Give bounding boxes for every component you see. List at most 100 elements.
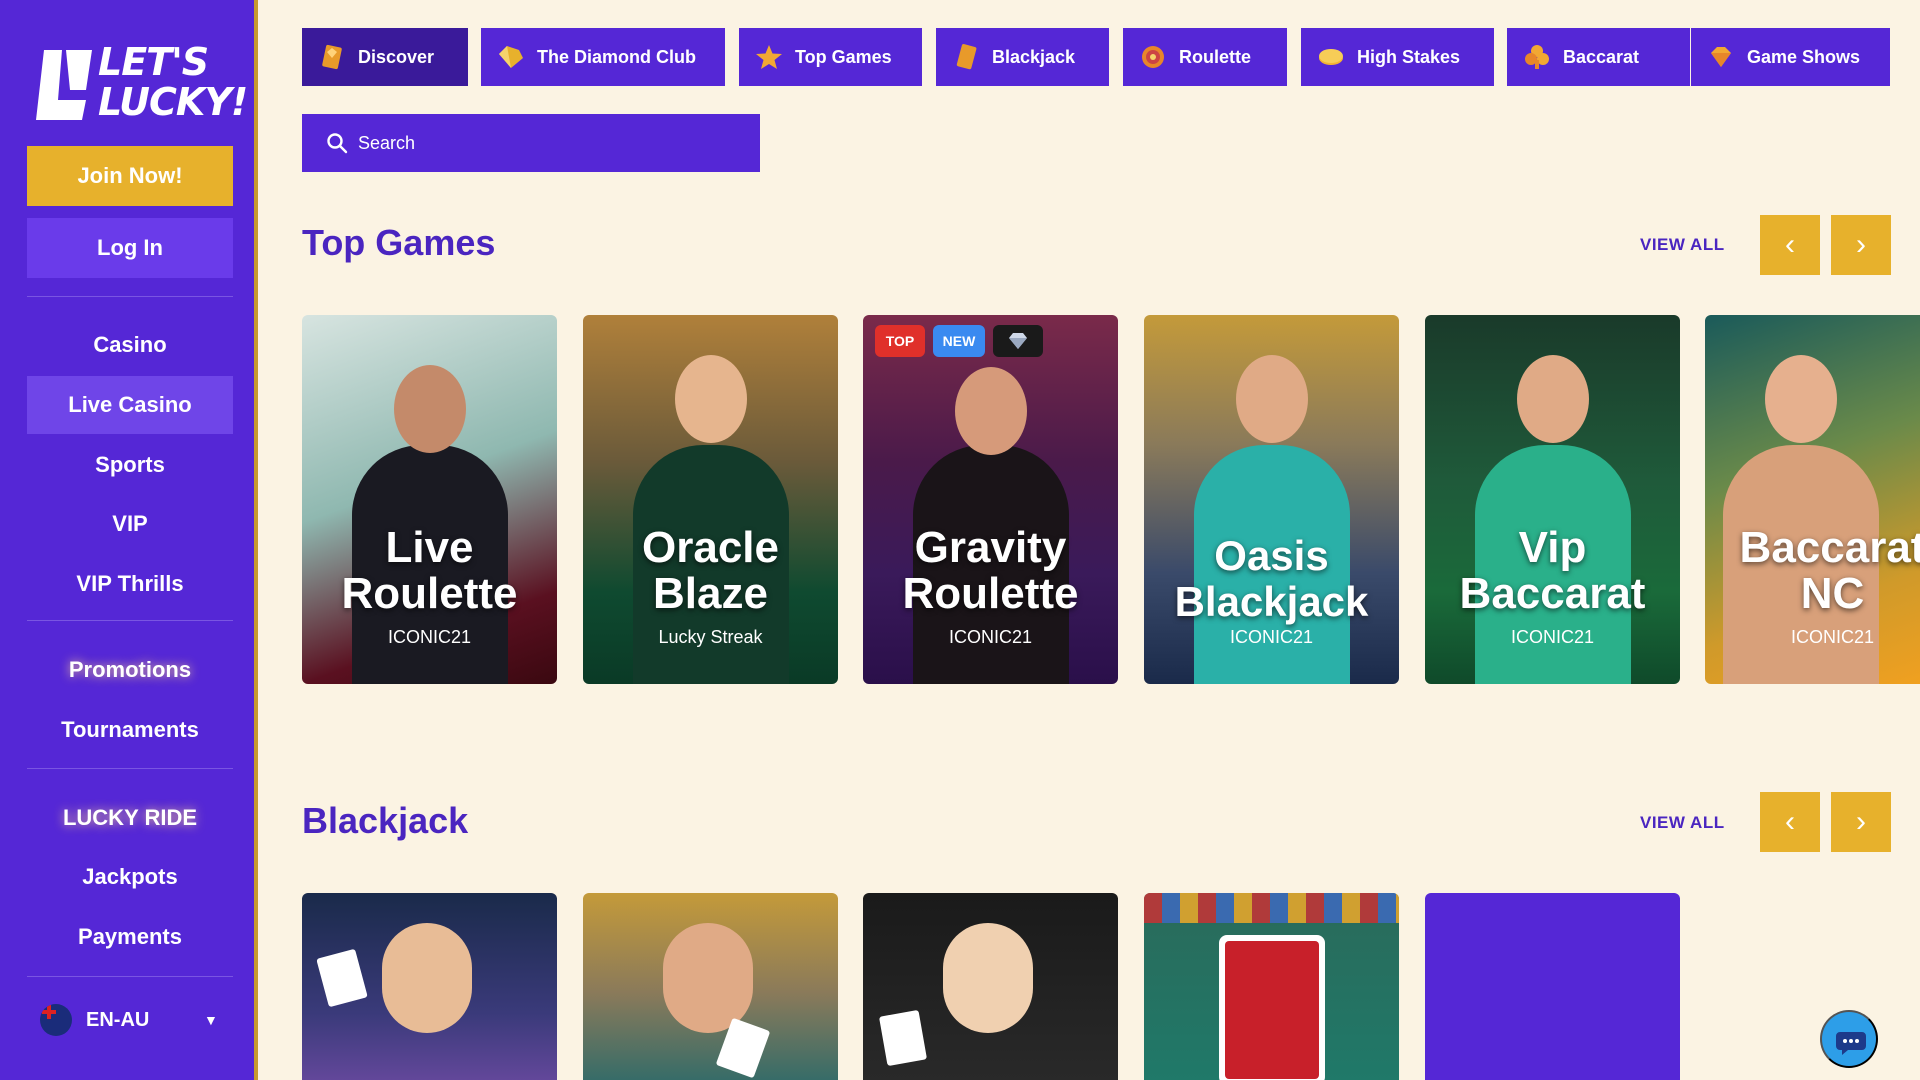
carousel-prev-button[interactable]: ‹ <box>1760 792 1820 852</box>
sidebar-item-jackpots[interactable]: Jackpots <box>27 848 233 906</box>
card-icon <box>956 44 977 70</box>
sidebar-item-sports[interactable]: Sports <box>27 436 233 494</box>
search-input[interactable] <box>358 114 738 172</box>
game-card[interactable]: Live Roulette ICONIC21 <box>302 315 557 684</box>
dealer-face <box>663 923 753 1033</box>
game-provider: ICONIC21 <box>1790 627 1875 647</box>
tab-label: Blackjack <box>992 47 1076 67</box>
language-selector[interactable]: EN-AU ▼ <box>40 1000 220 1040</box>
game-title: Oasis Blackjack <box>1174 532 1369 625</box>
sidebar-item-vip-thrills[interactable]: VIP Thrills <box>27 555 233 613</box>
playing-card-icon <box>316 948 368 1008</box>
tab-game-shows[interactable]: Game Shows <box>1691 28 1890 86</box>
sidebar-item-promotions[interactable]: Promotions <box>27 641 233 699</box>
game-title: Live Roulette <box>341 523 518 618</box>
star-icon <box>756 45 782 69</box>
dealer-face <box>954 367 1027 455</box>
sidebar-item-live-casino[interactable]: Live Casino <box>27 376 233 434</box>
view-all-link[interactable]: VIEW ALL <box>1640 813 1725 833</box>
chat-bubble-icon <box>1836 1032 1866 1055</box>
new-badge: NEW <box>933 325 985 357</box>
tab-label: Top Games <box>795 47 892 67</box>
roulette-icon <box>1142 46 1164 68</box>
logo-text: LET'S LUCKY! <box>98 40 248 124</box>
search-bar[interactable] <box>302 114 760 172</box>
tab-baccarat[interactable]: Baccarat <box>1507 28 1690 86</box>
diamond-card-icon <box>322 44 342 70</box>
tab-label: Game Shows <box>1747 47 1861 67</box>
gold-diamond-icon <box>499 46 523 68</box>
dealer-face <box>393 365 466 453</box>
tab-label: Discover <box>358 47 435 67</box>
tab-label: The Diamond Club <box>537 47 696 67</box>
game-provider: ICONIC21 <box>1229 627 1314 647</box>
game-card[interactable] <box>863 893 1118 1080</box>
diamond-icon <box>1009 333 1027 349</box>
tab-blackjack[interactable]: Blackjack <box>936 28 1109 86</box>
game-card[interactable]: Baccarat NC ICONIC21 <box>1705 315 1920 684</box>
game-card[interactable]: Oracle Blaze Lucky Streak <box>583 315 838 684</box>
game-provider: ICONIC21 <box>1510 627 1595 647</box>
tab-label: High Stakes <box>1357 47 1461 67</box>
tab-the-diamond-club[interactable]: The Diamond Club <box>481 28 725 86</box>
game-card[interactable]: TOP NEW Gravity Roulette ICONIC21 <box>863 315 1118 684</box>
section-title-blackjack: Blackjack <box>302 800 469 841</box>
tab-top-games[interactable]: Top Games <box>739 28 922 86</box>
sidebar-item-casino[interactable]: Casino <box>27 316 233 374</box>
carousel-next-button[interactable]: › <box>1831 215 1891 275</box>
carousel-next-button[interactable]: › <box>1831 792 1891 852</box>
game-provider: Lucky Streak <box>658 627 763 647</box>
chevron-down-icon: ▼ <box>204 1012 218 1028</box>
clover-icon <box>1525 45 1549 69</box>
top-badge: TOP <box>875 325 925 357</box>
game-card[interactable] <box>583 893 838 1080</box>
tab-label: Baccarat <box>1563 47 1640 67</box>
chevron-right-icon: › <box>1856 228 1866 261</box>
game-title: Oracle Blaze <box>642 523 779 618</box>
section-title-top-games: Top Games <box>302 222 496 263</box>
game-provider: ICONIC21 <box>387 627 472 647</box>
card-back-icon <box>1219 935 1325 1080</box>
carousel-prev-button[interactable]: ‹ <box>1760 215 1820 275</box>
search-icon <box>327 133 348 154</box>
australia-flag-icon <box>40 1004 72 1036</box>
game-card[interactable]: Oasis Blackjack ICONIC21 <box>1144 315 1399 684</box>
sidebar-item-tournaments[interactable]: Tournaments <box>27 701 233 759</box>
game-card[interactable] <box>302 893 557 1080</box>
join-now-button[interactable]: Join Now! <box>27 146 233 206</box>
sidebar-divider <box>27 768 233 769</box>
sidebar-item-lucky-ride[interactable]: LUCKY RIDE <box>27 789 233 847</box>
dealer-face <box>674 355 747 443</box>
game-provider: ICONIC21 <box>948 627 1033 647</box>
dealer-face <box>943 923 1033 1033</box>
dealer-face <box>382 923 472 1033</box>
sidebar: LET'S LUCKY! Join Now! Log In Casino Live… <box>0 0 258 1080</box>
tab-discover[interactable]: Discover <box>302 28 468 86</box>
game-title: Vip Baccarat <box>1459 523 1646 618</box>
game-card[interactable]: Vip Baccarat ICONIC21 <box>1425 315 1680 684</box>
game-card[interactable] <box>1425 893 1680 1080</box>
brand-logo[interactable]: LET'S LUCKY! <box>36 40 248 130</box>
language-label: EN-AU <box>86 1009 150 1031</box>
chat-support-button[interactable] <box>1820 1010 1878 1068</box>
dealer-face <box>1764 355 1837 443</box>
sidebar-divider <box>27 976 233 977</box>
chip-icon <box>1319 49 1343 65</box>
sidebar-divider <box>27 620 233 621</box>
game-title: Baccarat NC <box>1739 523 1920 618</box>
dealer-face <box>1235 355 1308 443</box>
gem-icon <box>1711 47 1731 67</box>
sidebar-item-vip[interactable]: VIP <box>27 495 233 553</box>
game-title: Gravity Roulette <box>902 523 1079 618</box>
chevron-left-icon: ‹ <box>1785 805 1795 838</box>
tab-roulette[interactable]: Roulette <box>1123 28 1287 86</box>
sidebar-item-payments[interactable]: Payments <box>27 908 233 966</box>
game-card[interactable] <box>1144 893 1399 1080</box>
view-all-link[interactable]: VIEW ALL <box>1640 235 1725 255</box>
sidebar-divider <box>27 296 233 297</box>
dealer-face <box>1516 355 1589 443</box>
diamond-badge <box>993 325 1043 357</box>
log-in-button[interactable]: Log In <box>27 218 233 278</box>
logo-mark-icon <box>36 50 92 120</box>
tab-high-stakes[interactable]: High Stakes <box>1301 28 1494 86</box>
